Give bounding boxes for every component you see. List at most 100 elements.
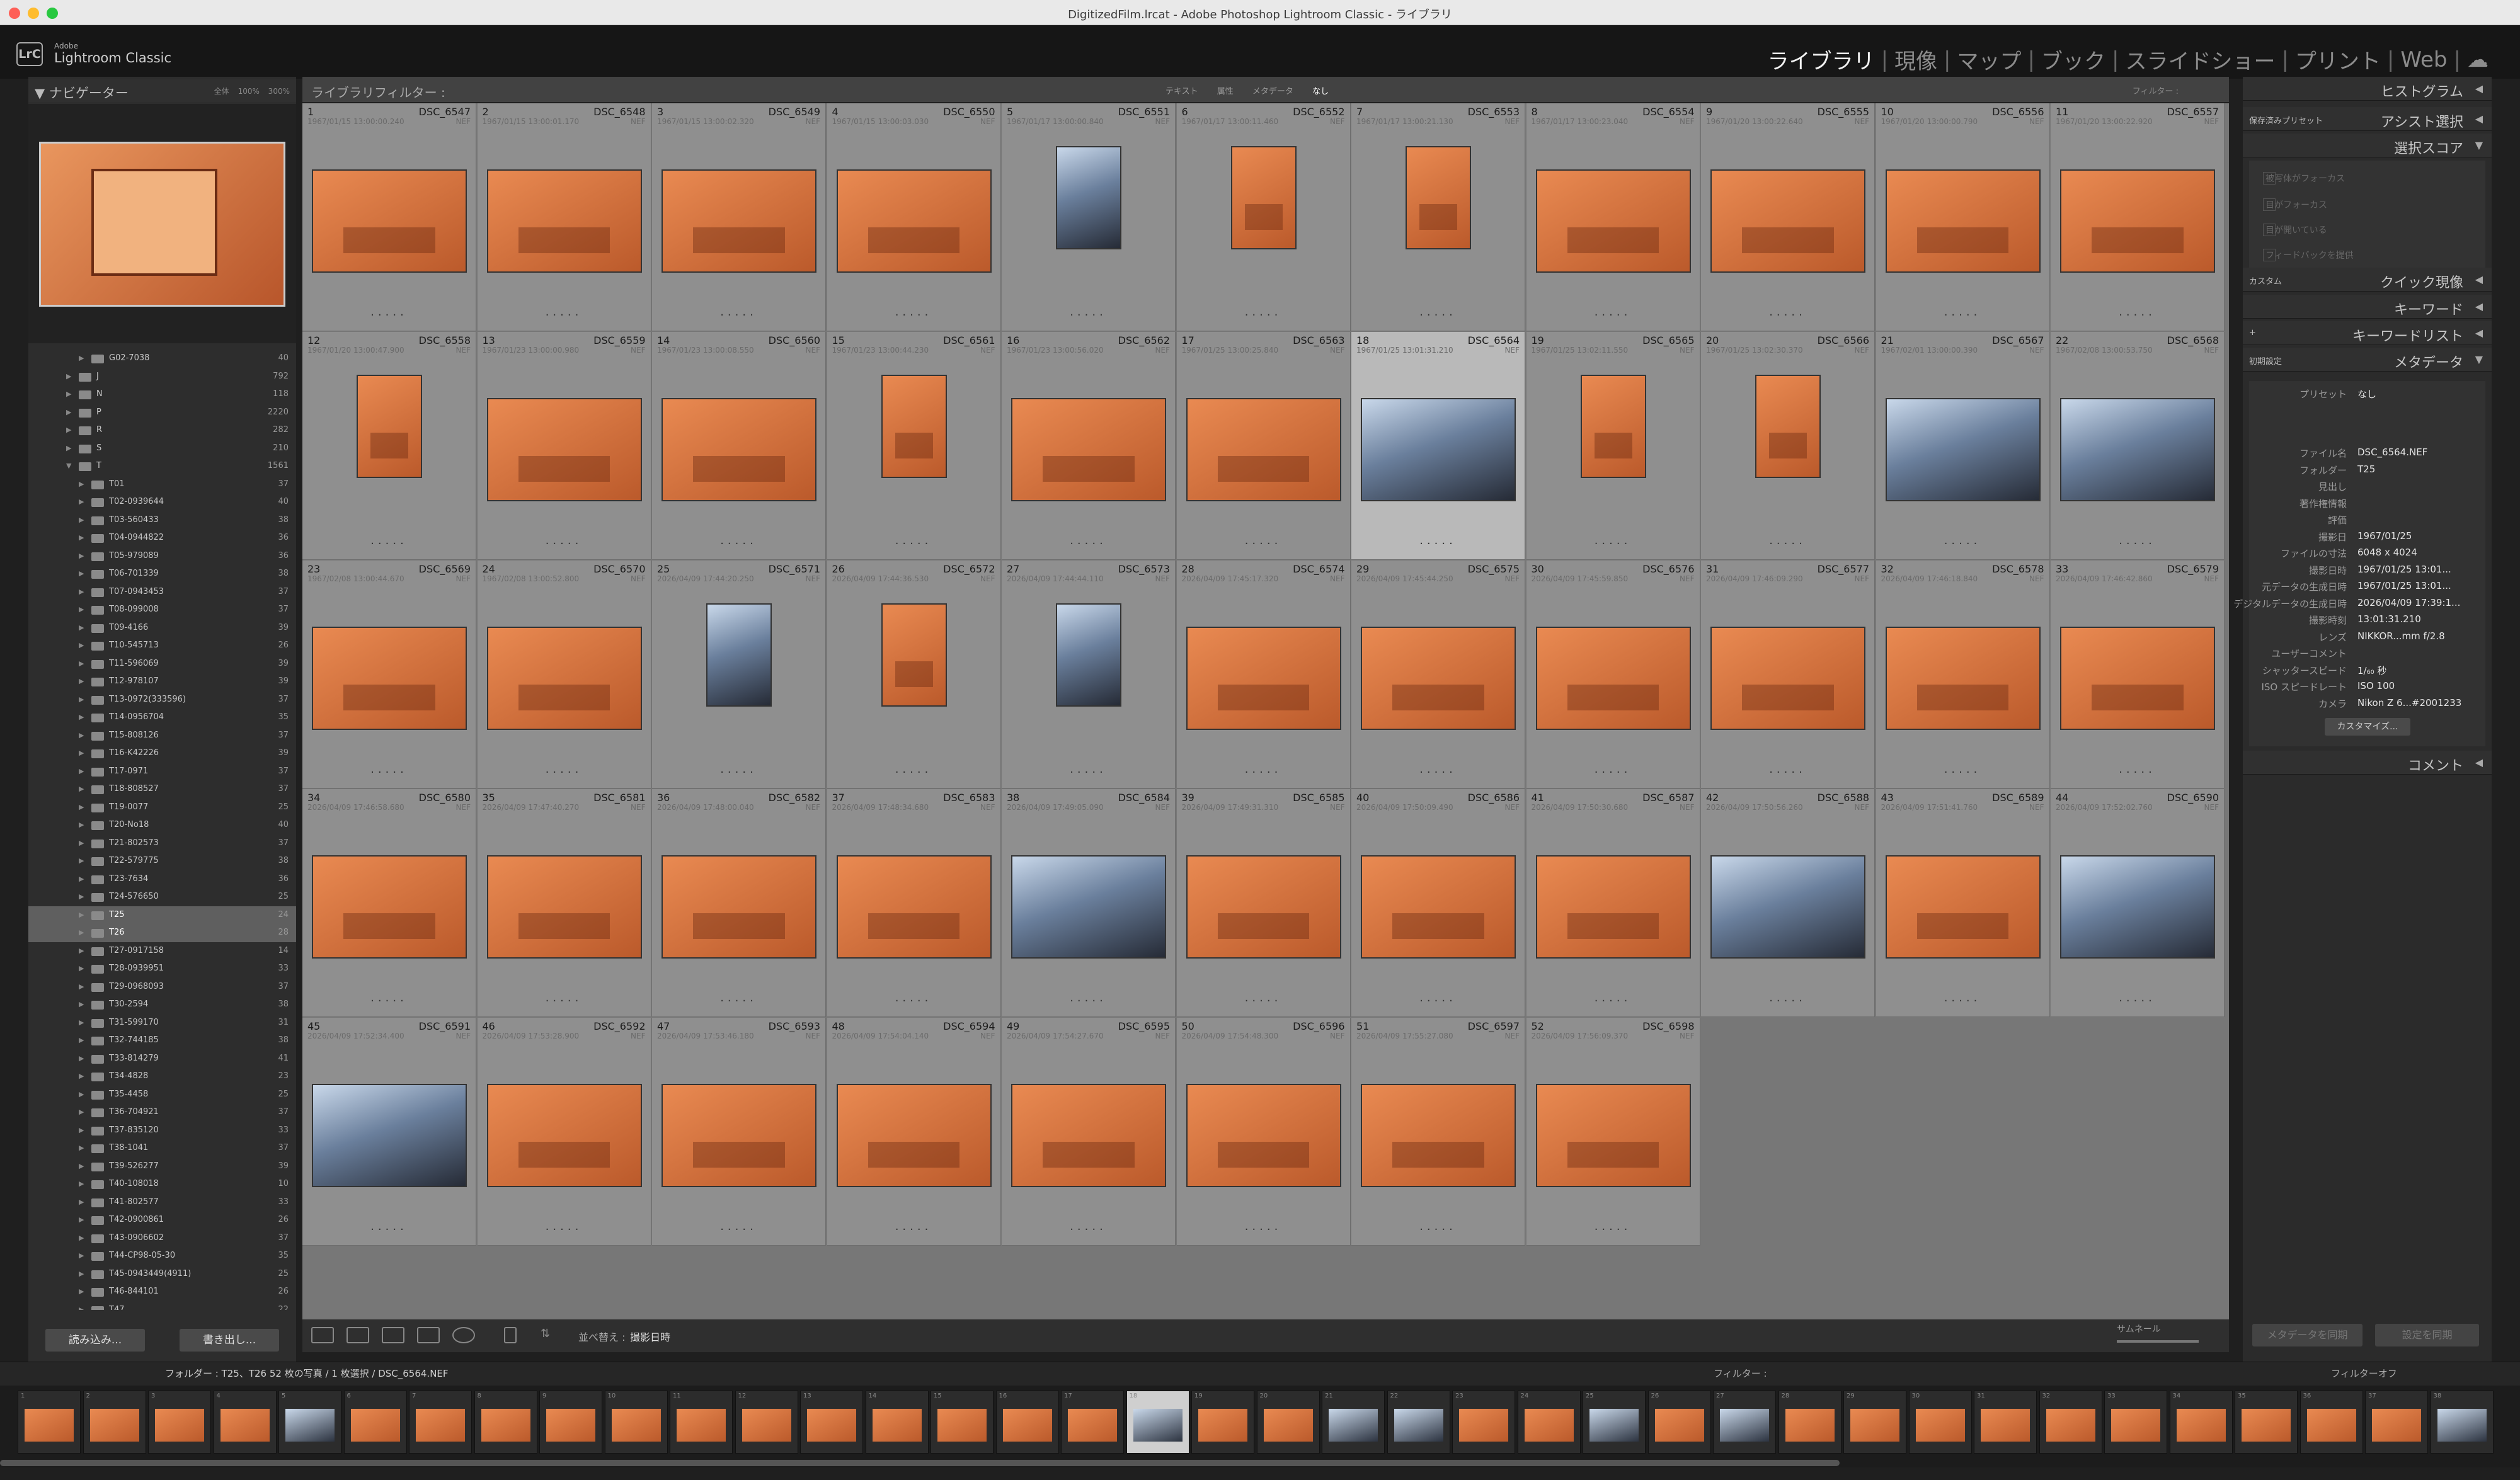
grid-cell[interactable]: 4 DSC_6550 1967/01/15 13:00:03.030 NEF ····· — [827, 103, 1001, 331]
folder-row[interactable]: ▶ T20-No18 40 — [28, 816, 296, 834]
grid-view-icon[interactable] — [311, 1327, 334, 1343]
grid-cell[interactable]: 11 DSC_6557 1967/01/20 13:00:22.920 NEF ····… — [2051, 103, 2225, 331]
grid-cell[interactable]: 9 DSC_6555 1967/01/20 13:00:22.640 NEF ····· — [1701, 103, 1875, 331]
metadata-value[interactable]: T25 — [2357, 464, 2375, 475]
filmstrip-source-info[interactable]: フォルダー : T25、T26 52 枚の写真 / 1 枚選択 / DSC_65… — [165, 1367, 449, 1380]
rating-dots[interactable]: ····· — [827, 994, 1000, 1008]
filmstrip-thumbnail[interactable]: 15 — [931, 1391, 994, 1454]
disclosure-triangle-icon[interactable]: ▶ — [79, 892, 84, 901]
folder-row[interactable]: ▶ T21-802573 37 — [28, 834, 296, 853]
filmstrip-thumbnail[interactable]: 26 — [1647, 1391, 1711, 1454]
grid-cell[interactable]: 3 DSC_6549 1967/01/15 13:00:02.320 NEF ····· — [652, 103, 826, 331]
metadata-value[interactable]: NIKKOR...mm f/2.8 — [2357, 630, 2445, 642]
photo-thumbnail[interactable] — [2061, 857, 2214, 957]
rating-dots[interactable]: ····· — [1526, 309, 1700, 322]
disclosure-triangle-icon[interactable]: ▶ — [79, 1108, 84, 1116]
photo-thumbnail[interactable] — [2061, 171, 2214, 271]
folder-row[interactable]: ▶ T13-0972(333596) 37 — [28, 691, 296, 709]
folder-row[interactable]: ▶ T08-099008 37 — [28, 601, 296, 619]
disclosure-triangle-icon[interactable]: ▶ — [79, 1126, 84, 1134]
grid-cell[interactable]: 13 DSC_6559 1967/01/23 13:00:00.980 NEF ····… — [477, 332, 651, 560]
disclosure-triangle-icon[interactable]: ▶ — [79, 713, 84, 721]
folder-row[interactable]: ▶ T25 24 — [28, 906, 296, 924]
grid-cell[interactable]: 35 DSC_6581 2026/04/09 17:47:40.270 NEF ····… — [477, 789, 651, 1017]
photo-thumbnail[interactable] — [1886, 171, 2039, 271]
photo-thumbnail[interactable] — [488, 399, 641, 500]
export-button[interactable]: 書き出し... — [180, 1329, 279, 1352]
folder-row[interactable]: ▶ T09-4166 39 — [28, 619, 296, 637]
folder-row[interactable]: ▶ S 210 — [28, 440, 296, 458]
histogram-panel-header[interactable]: ヒストグラム ◀ — [2243, 77, 2492, 101]
metadata-value[interactable]: 13:01:31.210 — [2357, 613, 2421, 625]
folder-row[interactable]: ▶ P 2220 — [28, 404, 296, 422]
rating-dots[interactable]: ····· — [302, 766, 476, 779]
grid-cell[interactable]: 38 DSC_6584 2026/04/09 17:49:05.090 NEF ····… — [1002, 789, 1176, 1017]
filmstrip-thumbnail[interactable]: 21 — [1322, 1391, 1385, 1454]
photo-thumbnail[interactable] — [1886, 857, 2039, 957]
module-print[interactable]: プリント — [2289, 44, 2387, 75]
folder-row[interactable]: ▶ T38-1041 37 — [28, 1139, 296, 1158]
rating-dots[interactable]: ····· — [1701, 766, 1874, 779]
grid-cell[interactable]: 29 DSC_6575 2026/04/09 17:45:44.250 NEF ····… — [1351, 561, 1525, 788]
folder-row[interactable]: ▶ T40-108018 10 — [28, 1175, 296, 1193]
filmstrip-thumbnail[interactable]: 29 — [1843, 1391, 1906, 1454]
filmstrip-thumbnail[interactable]: 14 — [865, 1391, 929, 1454]
grid-cell[interactable]: 28 DSC_6574 2026/04/09 17:45:17.320 NEF ····… — [1176, 561, 1351, 788]
photo-thumbnail[interactable] — [313, 171, 466, 271]
rating-dots[interactable]: ····· — [1876, 537, 2049, 550]
disclosure-triangle-icon[interactable]: ▶ — [66, 390, 71, 398]
disclosure-triangle-icon[interactable]: ▶ — [79, 1144, 84, 1152]
rating-dots[interactable]: ····· — [827, 1223, 1000, 1236]
photo-thumbnail[interactable] — [1232, 147, 1295, 248]
sort-select[interactable]: 撮影日時 — [630, 1329, 670, 1344]
grid-cell[interactable]: 51 DSC_6597 2026/04/09 17:55:27.080 NEF ····… — [1351, 1018, 1525, 1246]
metadata-value[interactable]: 1967/01/25 13:01... — [2357, 564, 2451, 575]
filmstrip-filter-off[interactable]: フィルターオフ — [2331, 1367, 2397, 1380]
rating-dots[interactable]: ····· — [1002, 309, 1175, 322]
folder-row[interactable]: ▶ T19-0077 25 — [28, 799, 296, 817]
folder-row[interactable]: ▶ J 792 — [28, 368, 296, 386]
filmstrip-thumbnail[interactable]: 5 — [278, 1391, 341, 1454]
disclosure-triangle-icon[interactable]: ▶ — [79, 875, 84, 883]
folder-row[interactable]: ▶ T36-704921 37 — [28, 1103, 296, 1122]
navigator-preview[interactable] — [39, 142, 285, 307]
folder-row[interactable]: ▶ T22-579775 38 — [28, 852, 296, 870]
grid-cell[interactable]: 26 DSC_6572 2026/04/09 17:44:36.530 NEF ····… — [827, 561, 1001, 788]
navigator-zoom-options[interactable]: 全体 100% 300% — [214, 86, 290, 96]
rating-dots[interactable]: ····· — [478, 766, 651, 779]
grid-cell[interactable]: 32 DSC_6578 2026/04/09 17:46:18.840 NEF ····… — [1876, 561, 2050, 788]
photo-thumbnail[interactable] — [1057, 147, 1120, 248]
painter-icon[interactable] — [504, 1327, 517, 1343]
grid-cell[interactable]: 52 DSC_6598 2026/04/09 17:56:09.370 NEF ····… — [1526, 1018, 1700, 1246]
module-book[interactable]: ブック — [2035, 44, 2112, 75]
disclosure-triangle-icon[interactable]: ▶ — [79, 1287, 84, 1295]
disclosure-triangle-icon[interactable]: ▶ — [79, 1180, 84, 1188]
folder-row[interactable]: ▶ T04-0944822 36 — [28, 529, 296, 547]
filmstrip-thumbnail[interactable]: 13 — [800, 1391, 863, 1454]
folder-row[interactable]: ▶ T28-0939951 33 — [28, 960, 296, 978]
rating-dots[interactable]: ····· — [1351, 537, 1525, 550]
disclosure-triangle-icon[interactable]: ▶ — [79, 533, 84, 542]
filmstrip-thumbnail[interactable]: 23 — [1452, 1391, 1515, 1454]
folder-row[interactable]: ▶ T46-844101 26 — [28, 1283, 296, 1301]
disclosure-triangle-icon[interactable]: ▶ — [79, 767, 84, 775]
folder-row[interactable]: ▶ T23-7634 36 — [28, 870, 296, 889]
grid-cell[interactable]: 27 DSC_6573 2026/04/09 17:44:44.110 NEF ····… — [1002, 561, 1176, 788]
rating-dots[interactable]: ····· — [652, 1223, 825, 1236]
rating-dots[interactable]: ····· — [1351, 994, 1525, 1008]
folder-row[interactable]: ▶ T11-596069 39 — [28, 655, 296, 673]
photo-thumbnail[interactable] — [1057, 605, 1120, 705]
rating-dots[interactable]: ····· — [478, 1223, 651, 1236]
rating-dots[interactable]: ····· — [478, 994, 651, 1008]
module-slideshow[interactable]: スライドショー — [2119, 44, 2281, 75]
navigator-header[interactable]: ▼ ナビゲーター 全体 100% 300% — [28, 79, 296, 102]
photo-thumbnail[interactable] — [1362, 628, 1515, 729]
disclosure-triangle-icon[interactable]: ▶ — [79, 480, 84, 488]
disclosure-triangle-icon[interactable]: ▶ — [79, 1018, 84, 1027]
folder-row[interactable]: ▼ T 1561 — [28, 457, 296, 475]
photo-thumbnail[interactable] — [837, 1085, 990, 1186]
disclosure-triangle-icon[interactable]: ▶ — [79, 803, 84, 811]
folder-row[interactable]: ▶ T14-0956704 35 — [28, 709, 296, 727]
grid-cell[interactable]: 42 DSC_6588 2026/04/09 17:50:56.260 NEF ····… — [1701, 789, 1875, 1017]
folder-row[interactable]: ▶ T29-0968093 37 — [28, 978, 296, 996]
